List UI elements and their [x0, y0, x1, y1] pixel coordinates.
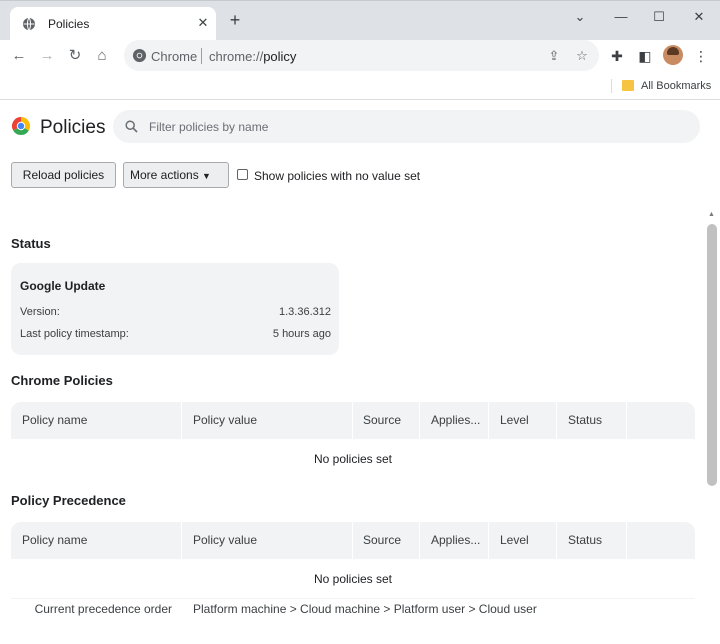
column-divider [181, 402, 182, 439]
forward-icon[interactable]: → [37, 46, 57, 66]
reload-icon[interactable]: ↻ [65, 46, 85, 66]
column-divider [488, 402, 489, 439]
search-icon [125, 120, 138, 133]
column-header: Applies... [431, 413, 481, 427]
precedence-label: Current precedence order [34, 602, 172, 616]
folder-icon [622, 80, 634, 91]
timestamp-label: Last policy timestamp: [20, 328, 129, 340]
table-header: Policy name Policy value Source Applies.… [11, 402, 695, 439]
column-divider [352, 522, 353, 559]
chrome-logo-icon [11, 117, 31, 136]
precedence-value: Platform machine > Cloud machine > Platf… [193, 602, 537, 616]
column-header: Source [363, 413, 402, 427]
chrome-policies-heading: Chrome Policies [11, 373, 113, 388]
status-card: Google Update Version: 1.3.36.312 Last p… [11, 263, 339, 355]
column-header: Level [500, 533, 529, 547]
row-divider [11, 598, 695, 599]
url-prefix: chrome:// [209, 49, 264, 64]
filter-input[interactable] [149, 117, 669, 137]
show-unset-label: Show policies with no value set [254, 169, 421, 183]
column-divider [626, 522, 627, 559]
column-header: Source [363, 533, 402, 547]
reload-policies-button[interactable]: Reload policies [11, 162, 116, 188]
column-header: Applies... [431, 533, 481, 547]
more-actions-label: More actions [130, 168, 199, 182]
chrome-policies-table: Policy name Policy value Source Applies.… [11, 402, 695, 482]
url-host: policy [263, 49, 297, 64]
tab-policies[interactable]: Policies ✕ [10, 7, 216, 41]
column-divider [181, 522, 182, 559]
column-header: Policy name [22, 413, 88, 427]
column-header: Policy value [193, 413, 258, 427]
globe-icon [23, 17, 35, 31]
version-value: 1.3.36.312 [279, 306, 331, 318]
tab-search-chevron-icon[interactable]: ⌄ [570, 7, 590, 27]
scrollbar-thumb[interactable] [707, 224, 717, 486]
page-title: Policies [40, 117, 106, 138]
tab-strip: Policies ✕ + ⌄ — ☐ ✕ [0, 0, 720, 41]
avatar[interactable] [663, 45, 683, 65]
show-unset-checkbox[interactable] [237, 169, 248, 180]
column-divider [419, 522, 420, 559]
table-header: Policy name Policy value Source Applies.… [11, 522, 695, 559]
bookmarks-bar: All Bookmarks [0, 72, 720, 100]
back-icon[interactable]: ← [9, 46, 29, 66]
url-scheme-label: Chrome [151, 49, 198, 64]
share-icon[interactable]: ⇪ [545, 47, 563, 65]
bookmark-star-icon[interactable]: ☆ [573, 47, 591, 65]
column-divider [626, 402, 627, 439]
column-header: Status [568, 413, 603, 427]
column-header: Level [500, 413, 529, 427]
address-bar[interactable]: Chrome chrome://policy ⇪ ☆ [124, 40, 599, 71]
bookmarks-separator [611, 79, 612, 93]
close-window-icon[interactable]: ✕ [689, 7, 709, 27]
column-divider [488, 522, 489, 559]
empty-message: No policies set [313, 452, 393, 466]
column-divider [556, 402, 557, 439]
url-separator [201, 48, 202, 64]
column-divider [556, 522, 557, 559]
menu-icon[interactable]: ⋮ [691, 46, 711, 66]
column-header: Policy value [193, 533, 258, 547]
more-actions-button[interactable]: More actions ▼ [123, 162, 229, 188]
column-divider [352, 402, 353, 439]
toolbar: ← → ↻ ⌂ Chrome chrome://policy ⇪ ☆ ✚ ◧ ⋮ [0, 40, 720, 72]
empty-message: No policies set [313, 572, 393, 586]
chrome-icon [132, 48, 147, 63]
side-panel-icon[interactable]: ◧ [635, 46, 655, 66]
all-bookmarks-link[interactable]: All Bookmarks [641, 80, 711, 92]
scroll-up-icon[interactable]: ▲ [707, 211, 716, 219]
timestamp-value: 5 hours ago [272, 328, 331, 340]
column-divider [419, 402, 420, 439]
url-text: chrome://policy [209, 49, 296, 64]
new-tab-icon[interactable]: + [226, 11, 244, 29]
status-heading: Status [11, 236, 51, 251]
dropdown-arrow-icon: ▼ [202, 171, 211, 181]
tab-close-icon[interactable]: ✕ [194, 14, 212, 32]
policy-precedence-table: Policy name Policy value Source Applies.… [11, 522, 695, 632]
tab-title: Policies [48, 17, 90, 31]
version-label: Version: [20, 306, 60, 318]
maximize-icon[interactable]: ☐ [649, 7, 669, 27]
page-header: Policies [0, 101, 720, 153]
column-header: Policy name [22, 533, 88, 547]
home-icon[interactable]: ⌂ [92, 46, 112, 66]
minimize-icon[interactable]: — [611, 7, 631, 27]
policy-precedence-heading: Policy Precedence [11, 493, 126, 508]
status-card-title: Google Update [20, 279, 106, 293]
filter-bar [113, 110, 700, 143]
extensions-icon[interactable]: ✚ [607, 46, 627, 66]
column-header: Status [568, 533, 603, 547]
